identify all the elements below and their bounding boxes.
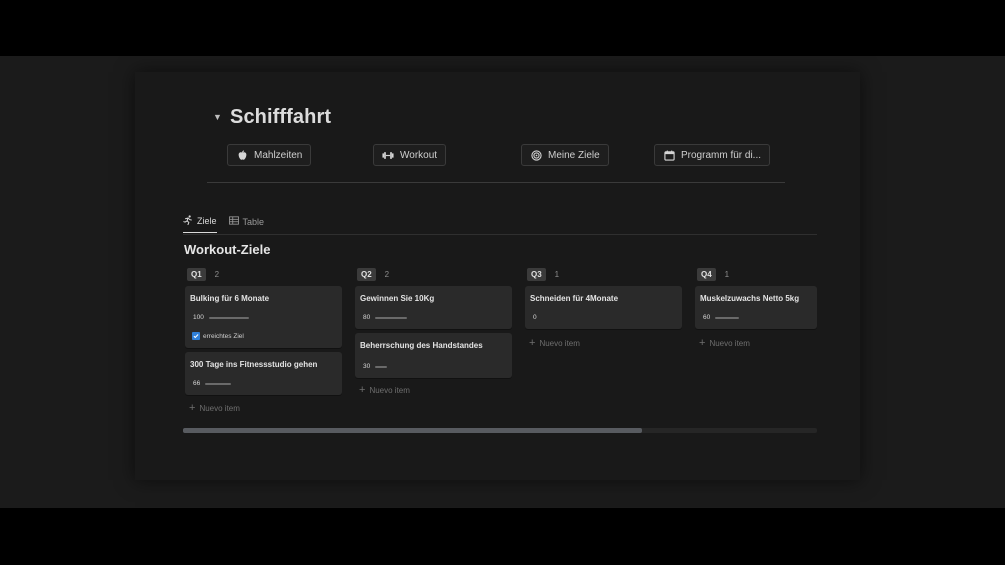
group-tag: Q4 [697,268,716,281]
progress-fill [205,383,232,385]
new-item-label: Nuevo item [199,404,240,413]
dumbbell-icon [382,149,394,161]
progress-value: 100 [193,314,204,321]
tab-table-label: Table [242,216,265,227]
database-title: Workout-Ziele [184,242,271,257]
board-card[interactable]: Schneiden für 4Monate 0 [525,286,682,329]
horizontal-scrollbar-thumb[interactable] [183,428,642,433]
progress-bar [541,317,581,319]
running-icon [183,215,193,227]
progress-bar [375,366,415,368]
board-card[interactable]: Beherrschung des Handstandes 30 [355,333,512,378]
board-card[interactable]: Gewinnen Sie 10Kg 80 [355,286,512,329]
programm-label: Programm für di... [681,149,762,161]
board-card[interactable]: 300 Tage ins Fitnessstudio gehen 66 [185,352,342,395]
progress-fill [715,317,739,319]
group-header-q1[interactable]: Q1 2 [187,268,219,281]
board-card[interactable]: Bulking für 6 Monate 100 erreichtes Ziel [185,286,342,348]
progress-fill [209,317,249,319]
group-count: 2 [214,270,220,279]
progress-value: 0 [533,314,537,321]
plus-icon: + [189,402,196,414]
meine-ziele-label: Meine Ziele [548,149,600,161]
check-icon [193,334,199,339]
workout-button[interactable]: Workout [373,144,447,166]
progress-fill [375,317,407,319]
new-item-label: Nuevo item [369,386,410,395]
page-title: Schifffahrt [230,106,332,128]
progress-value: 30 [363,363,371,370]
plus-icon: + [359,384,366,396]
checkbox-row: erreichtes Ziel [192,332,244,340]
target-icon [530,149,542,161]
progress-value: 80 [363,314,371,321]
tabs-underline [183,234,817,235]
workout-label: Workout [400,149,438,161]
group-count: 1 [554,270,560,279]
progress-value: 66 [193,380,201,387]
tab-ziele[interactable]: Ziele [183,215,217,233]
new-item-label: Nuevo item [709,339,750,348]
group-count: 1 [724,270,730,279]
plus-icon: + [529,337,536,349]
apple-icon [236,149,248,161]
notion-page: ▼ Schifffahrt Mahlzeiten Workout Meine Z… [135,72,860,480]
card-title: Bulking für 6 Monate [190,294,270,303]
board-card[interactable]: Muskelzuwachs Netto 5kg 60 [695,286,817,329]
new-item-button[interactable]: + Nuevo item [529,338,580,349]
group-count: 2 [384,270,390,279]
programm-button[interactable]: Programm für di... [654,144,771,166]
mahlzeiten-label: Mahlzeiten [254,149,303,161]
progress-bar [375,317,415,319]
group-header-q3[interactable]: Q3 1 [527,268,559,281]
divider [207,182,785,183]
card-title: Gewinnen Sie 10Kg [360,294,435,303]
progress-value: 60 [703,314,711,321]
tab-table[interactable]: Table [228,216,265,232]
progress-bar [715,317,755,319]
progress-bar [209,317,249,319]
group-tag: Q3 [527,268,546,281]
checkbox[interactable] [192,332,200,340]
new-item-label: Nuevo item [539,339,580,348]
progress-bar [205,383,245,385]
group-tag: Q2 [357,268,376,281]
group-header-q2[interactable]: Q2 2 [357,268,389,281]
calendar-icon [663,149,675,161]
card-title: 300 Tage ins Fitnessstudio gehen [190,360,318,369]
card-title: Muskelzuwachs Netto 5kg [700,294,800,303]
meine-ziele-button[interactable]: Meine Ziele [521,144,609,166]
toggle-arrow-icon[interactable]: ▼ [213,113,222,122]
group-header-q4[interactable]: Q4 1 [697,268,729,281]
new-item-button[interactable]: + Nuevo item [699,338,750,349]
group-tag: Q1 [187,268,206,281]
table-icon [228,216,239,227]
checkbox-label: erreichtes Ziel [203,332,244,340]
card-title: Beherrschung des Handstandes [360,341,483,350]
new-item-button[interactable]: + Nuevo item [359,385,410,396]
progress-fill [375,366,387,368]
mahlzeiten-button[interactable]: Mahlzeiten [227,144,312,166]
plus-icon: + [699,337,706,349]
new-item-button[interactable]: + Nuevo item [189,403,240,414]
page-header: ▼ Schifffahrt [213,106,331,129]
view-tabs: Ziele Table [183,215,264,233]
tab-ziele-label: Ziele [197,216,217,226]
card-title: Schneiden für 4Monate [530,294,619,303]
